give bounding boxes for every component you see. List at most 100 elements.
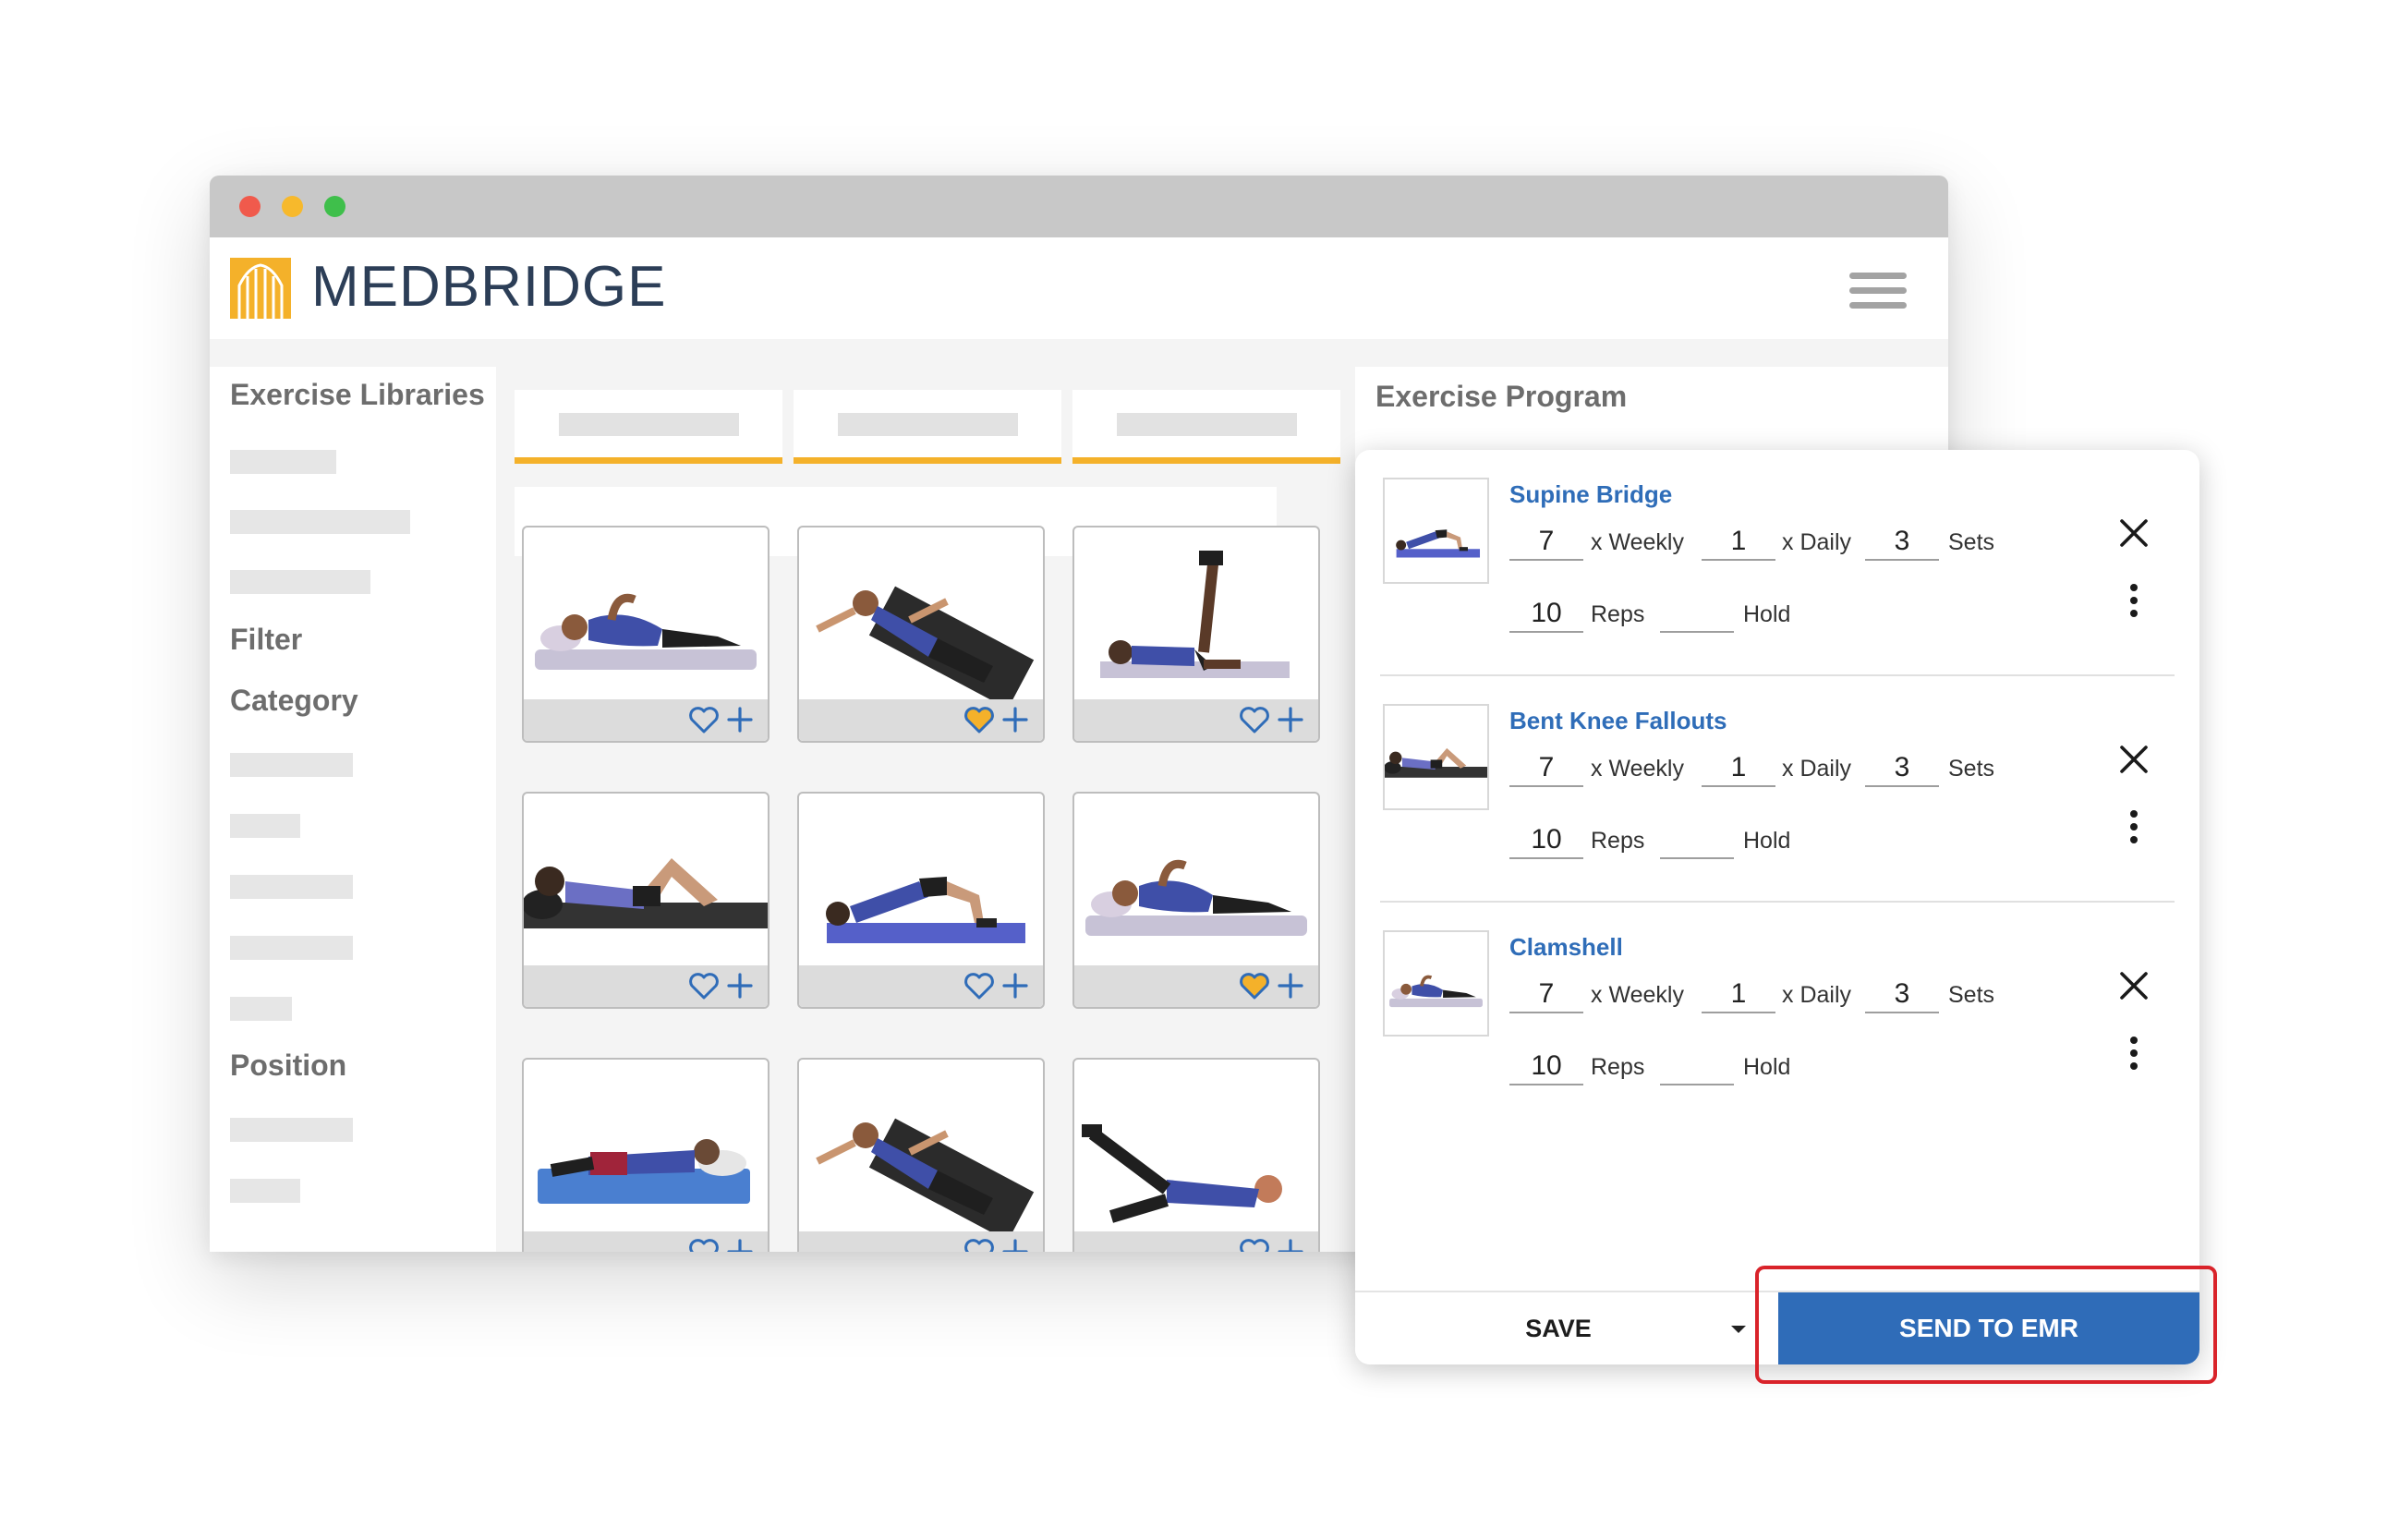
add-icon[interactable] [1000,705,1030,734]
card-footer [1074,1231,1318,1252]
exercise-image [524,858,768,928]
weekly-input[interactable]: 7 [1509,524,1583,561]
hold-label: Hold [1743,601,1791,627]
exercise-name[interactable]: Bent Knee Fallouts [1509,707,1727,735]
library-item-placeholder[interactable] [230,450,336,474]
weekly-input[interactable]: 7 [1509,976,1583,1013]
sidebar: Exercise Libraries Filter Category Posit… [210,367,496,1252]
library-item-placeholder[interactable] [230,570,370,594]
sets-input[interactable]: 3 [1865,976,1939,1013]
reps-label: Reps [1591,601,1645,627]
position-item-placeholder[interactable] [230,1179,300,1203]
heart-icon[interactable] [963,1237,995,1252]
add-icon[interactable] [1000,971,1030,1000]
libraries-heading: Exercise Libraries [230,378,485,411]
filter-heading: Filter [230,623,303,656]
exercise-image [1085,859,1307,936]
add-icon[interactable] [1276,705,1305,734]
heart-icon[interactable] [963,971,995,1000]
add-icon[interactable] [725,705,755,734]
hold-input[interactable] [1660,1049,1734,1085]
remove-exercise-close-icon[interactable] [2117,969,2151,1002]
more-options-kebab-icon[interactable] [2125,808,2143,845]
more-options-kebab-icon[interactable] [2125,1035,2143,1072]
add-icon[interactable] [1276,1237,1305,1252]
add-icon[interactable] [725,971,755,1000]
exercise-card[interactable] [1072,526,1320,743]
favorite-filled-icon[interactable] [1239,971,1270,1000]
daily-input[interactable]: 1 [1702,750,1775,787]
exercise-card[interactable] [797,1058,1045,1252]
category-item-placeholder[interactable] [230,936,353,960]
window-minimize-button[interactable] [282,196,303,217]
sets-label: Sets [1948,529,1995,555]
exercise-image [538,1139,750,1204]
reps-input[interactable]: 10 [1509,596,1583,633]
exercise-card[interactable] [522,792,769,1009]
card-footer [524,699,768,741]
exercise-image [816,586,1035,699]
heart-icon[interactable] [1239,705,1270,734]
hold-input[interactable] [1660,822,1734,859]
window-maximize-button[interactable] [324,196,345,217]
library-tab-3[interactable] [1072,390,1340,464]
heart-icon[interactable] [1239,1237,1270,1252]
card-footer [799,965,1043,1007]
exercise-thumbnail[interactable] [1383,704,1489,810]
weekly-label: x Weekly [1591,529,1684,555]
exercise-card[interactable] [1072,792,1320,1009]
remove-exercise-close-icon[interactable] [2117,743,2151,776]
library-item-placeholder[interactable] [230,510,410,534]
remove-exercise-close-icon[interactable] [2117,516,2151,550]
heart-icon[interactable] [688,705,720,734]
category-item-placeholder[interactable] [230,814,300,838]
sets-input[interactable]: 3 [1865,524,1939,561]
exercise-thumbnail[interactable] [1383,478,1489,584]
favorite-filled-icon[interactable] [963,705,995,734]
exercise-card[interactable] [797,526,1045,743]
medbridge-logo-icon [230,258,291,319]
weekly-label: x Weekly [1591,982,1684,1008]
heart-icon[interactable] [688,971,720,1000]
hold-input[interactable] [1660,596,1734,633]
window-close-button[interactable] [239,196,261,217]
hamburger-menu-icon[interactable] [1849,273,1907,309]
exercise-card[interactable] [1072,1058,1320,1252]
daily-label: x Daily [1782,756,1852,782]
exercise-image [535,593,757,670]
category-item-placeholder[interactable] [230,997,292,1021]
exercise-thumbnail[interactable] [1383,930,1489,1037]
sets-input[interactable]: 3 [1865,750,1939,787]
heart-icon[interactable] [688,1237,720,1252]
more-options-kebab-icon[interactable] [2125,582,2143,619]
exercise-card[interactable] [797,792,1045,1009]
daily-input[interactable]: 1 [1702,976,1775,1013]
daily-input[interactable]: 1 [1702,524,1775,561]
daily-label: x Daily [1782,982,1852,1008]
exercise-card[interactable] [522,526,769,743]
program-title: Exercise Program [1375,380,1628,413]
exercise-image [1100,551,1290,678]
window-titlebar [210,176,1948,237]
category-item-placeholder[interactable] [230,875,353,899]
library-tab-1[interactable] [515,390,782,464]
exercise-image [826,877,1025,943]
exercise-name[interactable]: Supine Bridge [1509,480,1672,509]
weekly-input[interactable]: 7 [1509,750,1583,787]
card-footer [799,699,1043,741]
exercise-name[interactable]: Clamshell [1509,933,1623,962]
exercise-card[interactable] [522,1058,769,1252]
add-icon[interactable] [725,1237,755,1252]
save-button[interactable]: SAVE [1355,1292,1762,1364]
hold-label: Hold [1743,828,1791,854]
add-icon[interactable] [1276,971,1305,1000]
reps-input[interactable]: 10 [1509,822,1583,859]
library-tab-2[interactable] [794,390,1061,464]
send-to-emr-button[interactable]: SEND TO EMR [1778,1292,2199,1364]
add-icon[interactable] [1000,1237,1030,1252]
save-options-dropdown-icon[interactable] [1720,1315,1757,1342]
reps-input[interactable]: 10 [1509,1049,1583,1085]
category-item-placeholder[interactable] [230,753,353,777]
hold-label: Hold [1743,1054,1791,1080]
position-item-placeholder[interactable] [230,1118,353,1142]
